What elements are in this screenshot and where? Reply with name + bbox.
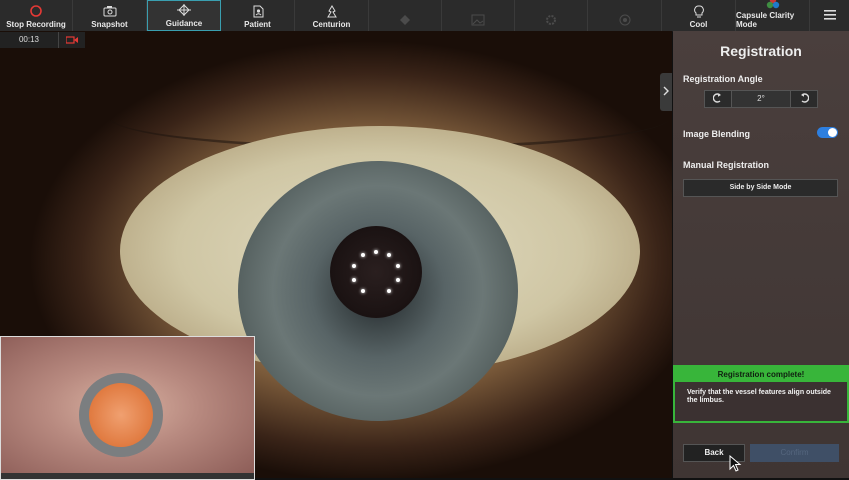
centurion-label: Centurion (312, 20, 351, 29)
rotate-cw-button[interactable] (790, 90, 818, 108)
reflection-dot (352, 278, 356, 282)
registration-angle-label: Registration Angle (683, 74, 763, 84)
disabled-tool-4[interactable] (588, 0, 662, 31)
hamburger-menu-icon (823, 8, 836, 22)
side-by-side-mode-button[interactable]: Side by Side Mode (683, 179, 838, 197)
patient-file-icon (252, 4, 264, 18)
settings-icon (545, 13, 557, 27)
registration-angle-value: 2° (732, 90, 790, 108)
picture-in-picture-view[interactable] (0, 336, 255, 480)
manual-registration-label: Manual Registration (683, 160, 770, 170)
diamond-icon (399, 13, 411, 27)
toggle-knob (828, 128, 837, 137)
guidance-button[interactable]: Guidance (147, 0, 221, 31)
recording-time: 00:13 (0, 32, 59, 48)
pip-bottom-bar (1, 473, 254, 479)
rotate-ccw-icon (712, 90, 723, 108)
recording-indicator: 00:13 (0, 32, 85, 48)
guidance-label: Guidance (165, 19, 203, 28)
disabled-tool-2[interactable] (442, 0, 515, 31)
banner-message: Verify that the vessel features align ou… (687, 389, 831, 404)
video-camera-icon (59, 32, 85, 48)
chevron-right-icon (663, 83, 669, 101)
banner-title: Registration complete! (675, 367, 847, 382)
panel-title: Registration (720, 43, 802, 59)
reflection-dot (387, 253, 391, 257)
snapshot-label: Snapshot (91, 20, 128, 29)
disabled-tool-3[interactable] (515, 0, 588, 31)
circle-icon (619, 13, 631, 27)
top-toolbar: Stop Recording Snapshot Guidance Patient… (0, 0, 849, 32)
stop-recording-button[interactable]: Stop Recording (0, 0, 73, 31)
pupil (330, 226, 422, 318)
registration-angle-control: 2° (704, 90, 818, 108)
mouse-cursor-icon (729, 454, 743, 478)
reflection-dot (387, 289, 391, 293)
image-blending-toggle[interactable] (817, 127, 838, 138)
registration-panel: Registration Registration Angle 2° Image… (673, 31, 849, 478)
pip-lens (89, 383, 153, 447)
camera-icon (103, 4, 117, 18)
disabled-tool-1[interactable] (369, 0, 442, 31)
reflection-dot (361, 289, 365, 293)
reflection-dot (352, 264, 356, 268)
capsule-clarity-label: Capsule Clarity Mode (736, 11, 795, 29)
centurion-button[interactable]: Centurion (295, 0, 369, 31)
cool-label: Cool (689, 20, 708, 29)
panel-collapse-button[interactable] (660, 73, 672, 111)
bulb-icon (693, 4, 704, 18)
stop-recording-label: Stop Recording (6, 20, 66, 29)
reflection-dot (361, 253, 365, 257)
image-blending-label: Image Blending (683, 129, 751, 139)
registration-status-banner: Registration complete! Verify that the v… (673, 365, 849, 423)
snapshot-button[interactable]: Snapshot (73, 0, 147, 31)
capsule-clarity-icon (765, 0, 781, 9)
confirm-button[interactable]: Confirm (750, 444, 839, 462)
stop-record-icon (30, 4, 42, 18)
guidance-icon (177, 3, 191, 17)
capsule-clarity-button[interactable]: Capsule Clarity Mode (736, 0, 810, 31)
rotate-cw-icon (799, 90, 810, 108)
menu-button[interactable] (810, 0, 849, 31)
rotate-ccw-button[interactable] (704, 90, 732, 108)
patient-button[interactable]: Patient (221, 0, 295, 31)
patient-label: Patient (244, 20, 271, 29)
centurion-icon (326, 4, 338, 18)
reflection-dot (396, 264, 400, 268)
cool-button[interactable]: Cool (662, 0, 736, 31)
reflection-dot (374, 250, 378, 254)
image-icon (471, 13, 485, 27)
reflection-dot (396, 278, 400, 282)
